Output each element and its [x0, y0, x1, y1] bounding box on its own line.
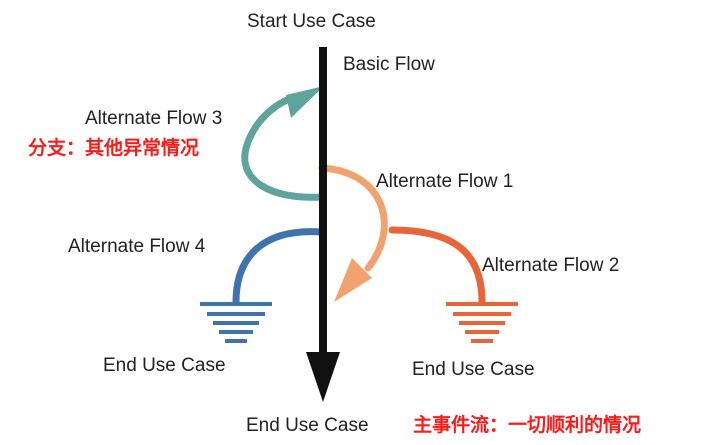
end-use-case-main-label: End Use Case — [246, 415, 369, 436]
alt-flow-3-arrowhead — [286, 86, 324, 118]
basic-flow-shaft — [319, 47, 327, 362]
alt-flow-4-curve — [232, 228, 326, 306]
alt-flow-2-label: Alternate Flow 2 — [482, 255, 619, 276]
alt-flow-3-label: Alternate Flow 3 — [85, 108, 222, 129]
use-case-flow-diagram: Start Use Case Basic Flow Alternate Flow… — [0, 0, 725, 445]
alt-flow-2-end-ground — [446, 302, 518, 343]
basic-flow-label: Basic Flow — [343, 54, 435, 75]
end-use-case-left-label: End Use Case — [103, 355, 226, 376]
end-use-case-right-label: End Use Case — [412, 359, 535, 380]
alt-flow-1-label: Alternate Flow 1 — [376, 171, 513, 192]
basic-flow-arrowhead — [306, 352, 340, 402]
alt-flow-2-curve — [388, 226, 486, 306]
diagram-svg: Start Use Case Basic Flow Alternate Flow… — [28, 11, 641, 436]
branch-annotation: 分支：其他异常情况 — [28, 136, 199, 159]
start-use-case-label: Start Use Case — [247, 11, 376, 32]
alt-flow-3-curve — [241, 92, 326, 201]
alt-flow-4-end-ground — [200, 302, 272, 343]
alt-flow-1-curve — [318, 164, 388, 272]
main-flow-annotation: 主事件流：一切顺利的情况 — [413, 413, 641, 436]
alt-flow-4-label: Alternate Flow 4 — [68, 236, 206, 257]
